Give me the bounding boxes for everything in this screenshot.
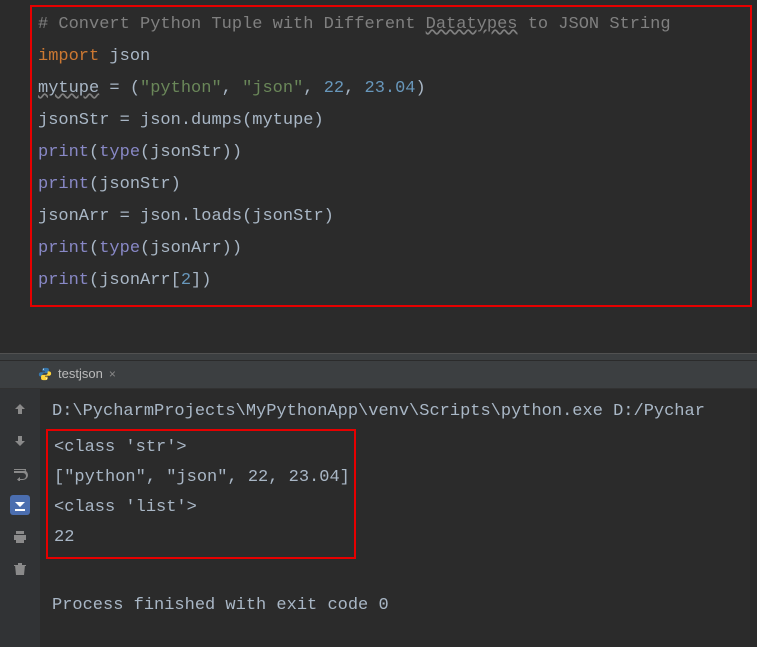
string-literal: "python" [140, 79, 222, 98]
scroll-down-icon[interactable] [10, 431, 30, 451]
blank-line [52, 561, 749, 591]
code-line[interactable]: import json [38, 41, 744, 73]
output-highlight-box: <class 'str'> ["python", "json", 22, 23.… [46, 429, 356, 559]
code-line[interactable]: jsonArr = json.loads(jsonStr) [38, 201, 744, 233]
var-name: jsonArr [38, 207, 109, 226]
console-output[interactable]: D:\PycharmProjects\MyPythonApp\venv\Scri… [40, 389, 757, 647]
exit-line: Process finished with exit code 0 [52, 591, 749, 621]
scroll-up-icon[interactable] [10, 399, 30, 419]
run-tab-bar: testjson × [0, 361, 757, 389]
output-line: <class 'list'> [54, 493, 348, 523]
run-tool-window: testjson × D:\PycharmPro [0, 361, 757, 647]
code-line[interactable]: mytupe = ("python", "json", 22, 23.04) [38, 73, 744, 105]
output-line: <class 'str'> [54, 433, 348, 463]
code-line[interactable]: print(jsonArr[2]) [38, 265, 744, 297]
code-line[interactable]: print(type(jsonArr)) [38, 233, 744, 265]
number-literal: 23.04 [365, 79, 416, 98]
run-tab-testjson[interactable]: testjson × [30, 363, 124, 386]
trash-icon[interactable] [10, 559, 30, 579]
var-name: jsonStr [38, 111, 109, 130]
builtin-type: type [99, 143, 140, 162]
code-line[interactable]: # Convert Python Tuple with Different Da… [38, 9, 744, 41]
comment-text: # Convert Python Tuple with Different Da… [38, 15, 671, 34]
output-line: ["python", "json", 22, 23.04] [54, 463, 348, 493]
editor-area: # Convert Python Tuple with Different Da… [0, 0, 757, 353]
code-line[interactable]: jsonStr = json.dumps(mytupe) [38, 105, 744, 137]
builtin-print: print [38, 175, 89, 194]
var-name: mytupe [38, 79, 99, 98]
builtin-print: print [38, 239, 89, 258]
scroll-to-end-icon[interactable] [10, 495, 30, 515]
command-line: D:\PycharmProjects\MyPythonApp\venv\Scri… [52, 397, 749, 427]
run-tab-label: testjson [58, 366, 103, 381]
code-line[interactable]: print(type(jsonStr)) [38, 137, 744, 169]
output-line: 22 [54, 523, 348, 553]
soft-wrap-icon[interactable] [10, 463, 30, 483]
run-gutter [0, 389, 40, 647]
print-icon[interactable] [10, 527, 30, 547]
builtin-type: type [99, 239, 140, 258]
number-literal: 22 [324, 79, 344, 98]
keyword-import: import [38, 47, 99, 66]
string-literal: "json" [242, 79, 303, 98]
python-file-icon [38, 367, 52, 381]
run-body: D:\PycharmProjects\MyPythonApp\venv\Scri… [0, 389, 757, 647]
code-line[interactable]: print(jsonStr) [38, 169, 744, 201]
method-call: json.dumps [140, 111, 242, 130]
code-highlight-box: # Convert Python Tuple with Different Da… [30, 5, 752, 307]
builtin-print: print [38, 271, 89, 290]
panel-divider[interactable] [0, 353, 757, 361]
number-literal: 2 [181, 271, 191, 290]
module-name: json [99, 47, 150, 66]
method-call: json.loads [140, 207, 242, 226]
close-tab-icon[interactable]: × [109, 367, 116, 381]
builtin-print: print [38, 143, 89, 162]
